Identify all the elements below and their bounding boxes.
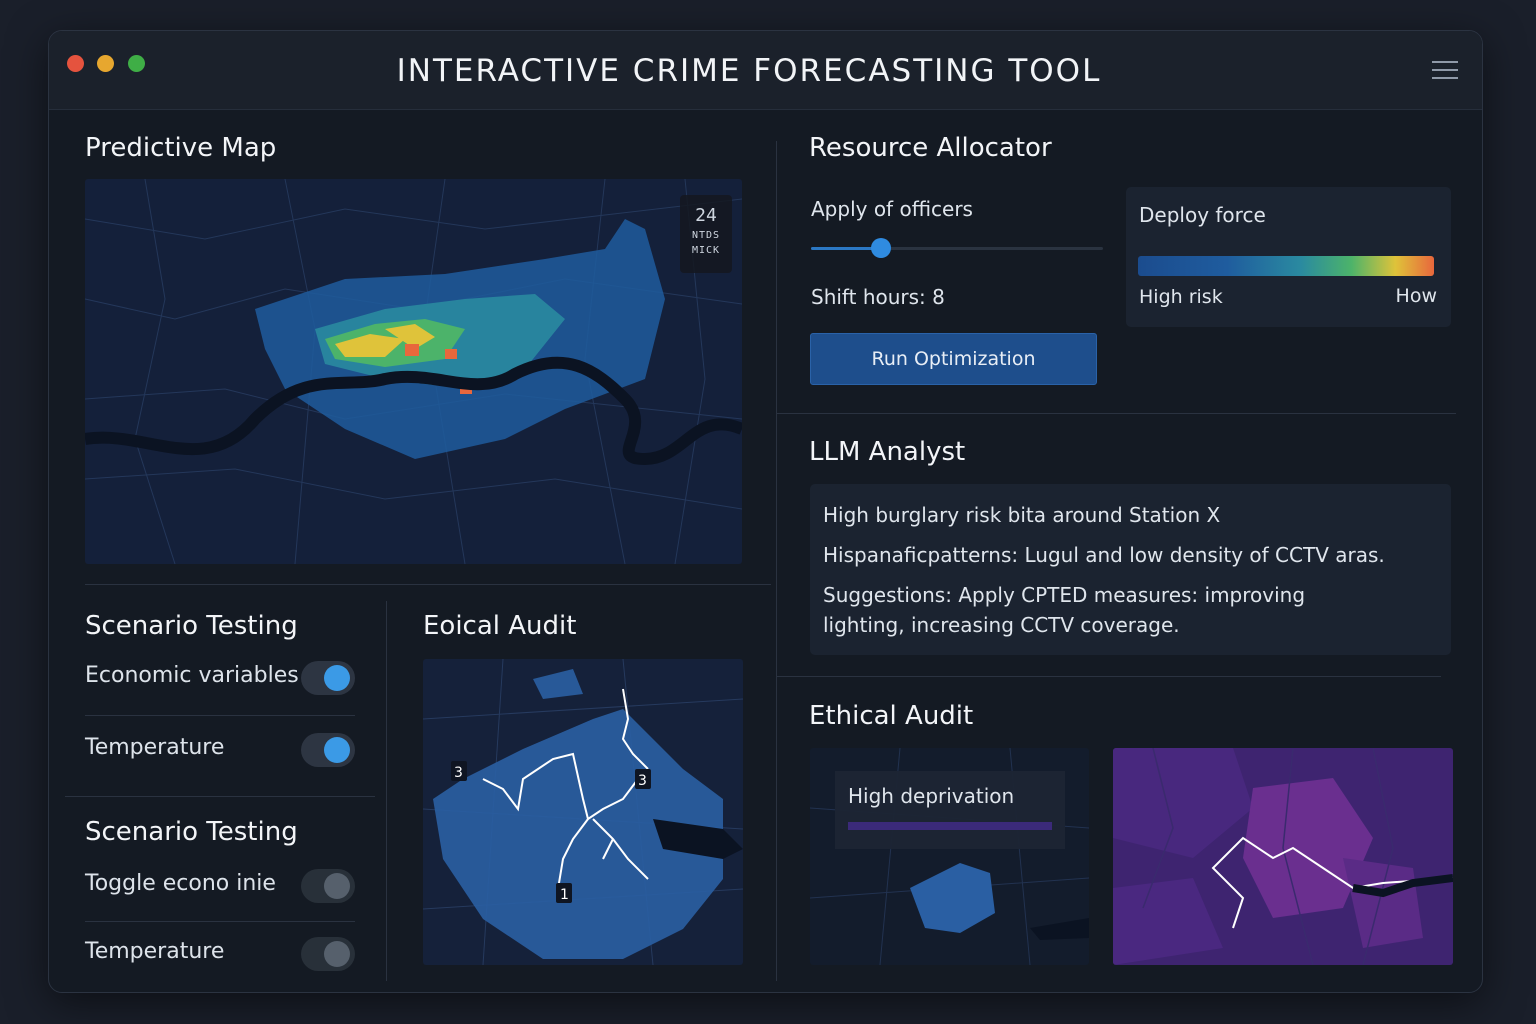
- map-badge-number: 24: [695, 205, 717, 226]
- main-column-divider: [776, 141, 777, 981]
- predictive-map-canvas[interactable]: [85, 179, 742, 564]
- eoical-audit-map-canvas[interactable]: 3 3 1: [423, 659, 743, 965]
- toggle-economic-label: Toggle econo inie: [85, 871, 276, 896]
- eoical-audit-map[interactable]: 3 3 1: [423, 659, 743, 965]
- analyst-line-2: Hispanaficpatterns: Lugul and low densit…: [823, 543, 1385, 567]
- app-window: INTERACTIVE CRIME FORECASTING TOOL Predi…: [48, 30, 1483, 993]
- deploy-force-card: Deploy force High risk How: [1126, 187, 1451, 327]
- officers-slider-thumb[interactable]: [871, 238, 892, 258]
- title-bar: INTERACTIVE CRIME FORECASTING TOOL: [49, 31, 1482, 110]
- ethical-audit-title: Ethical Audit: [809, 701, 974, 731]
- hamburger-menu-icon[interactable]: [1432, 61, 1458, 81]
- left-divider: [85, 584, 771, 585]
- temperature-toggle[interactable]: [301, 733, 355, 767]
- economic-variables-label: Economic variables: [85, 663, 299, 688]
- officers-label: Apply of officers: [811, 197, 973, 221]
- deprivation-map-left-canvas[interactable]: [810, 748, 1089, 965]
- map-badge-line2: MICK: [691, 245, 721, 256]
- map-info-badge: 24 NTDS MICK: [680, 195, 732, 273]
- analyst-line-4: lighting, increasing CCTV coverage.: [823, 613, 1180, 637]
- eoical-audit-title: Eoical Audit: [423, 611, 577, 641]
- predictive-map-title: Predictive Map: [85, 133, 277, 163]
- risk-legend-bar: [1138, 256, 1434, 276]
- llm-analyst-card: High burglary risk bita around Station X…: [810, 484, 1451, 655]
- officers-slider[interactable]: [811, 238, 1103, 258]
- temperature-row-2: Temperature: [85, 927, 355, 987]
- predictive-map[interactable]: 24 NTDS MICK: [85, 179, 742, 564]
- audit-marker-label: 1: [560, 887, 569, 903]
- map-badge-line1: NTDS: [691, 230, 721, 241]
- audit-marker-label: 3: [638, 773, 647, 789]
- economic-variables-toggle[interactable]: [301, 661, 355, 695]
- temperature-row: Temperature: [85, 723, 355, 783]
- run-optimization-button[interactable]: Run Optimization: [810, 333, 1097, 385]
- llm-analyst-title: LLM Analyst: [809, 437, 966, 467]
- temperature-label: Temperature: [85, 735, 225, 760]
- scenario-testing-title: Scenario Testing: [85, 611, 298, 641]
- legend-high-risk-label: High risk: [1139, 286, 1223, 308]
- analyst-line-1: High burglary risk bita around Station X: [823, 503, 1221, 527]
- app-title: INTERACTIVE CRIME FORECASTING TOOL: [396, 53, 1102, 89]
- analyst-line-3: Suggestions: Apply CPTED measures: impro…: [823, 583, 1306, 607]
- deprivation-map-right[interactable]: [1113, 748, 1453, 965]
- legend-how-label: How: [1395, 285, 1437, 307]
- high-deprivation-label: High deprivation: [848, 784, 1015, 808]
- deprivation-bar: [848, 822, 1052, 830]
- toggle-economic-switch[interactable]: [301, 869, 355, 903]
- audit-marker-label: 3: [454, 765, 463, 781]
- temperature-label-2: Temperature: [85, 939, 225, 964]
- deprivation-map-right-canvas[interactable]: [1113, 748, 1453, 965]
- resource-allocator-title: Resource Allocator: [809, 133, 1052, 163]
- deprivation-map-left[interactable]: High deprivation: [810, 748, 1089, 965]
- shift-hours-label: Shift hours: 8: [811, 285, 945, 309]
- temperature-toggle-2[interactable]: [301, 937, 355, 971]
- scenario-testing-title-2: Scenario Testing: [85, 817, 298, 847]
- toggle-economic-row: Toggle econo inie: [85, 859, 355, 919]
- scenario-divider: [386, 601, 387, 981]
- deploy-force-title: Deploy force: [1139, 203, 1266, 227]
- economic-variables-row: Economic variables: [85, 651, 355, 711]
